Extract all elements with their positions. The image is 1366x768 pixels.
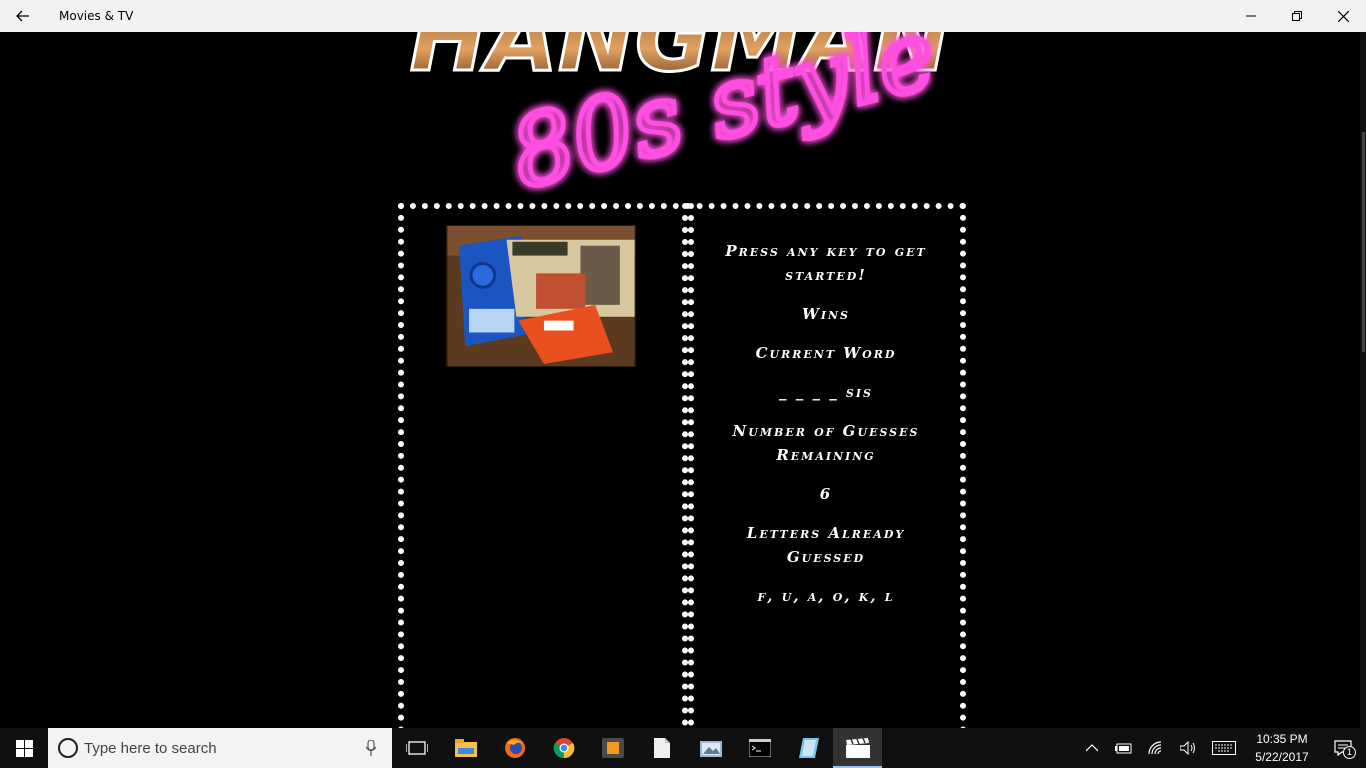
board-divider — [682, 203, 694, 738]
notepad-icon — [798, 738, 819, 758]
chevron-up-icon — [1086, 744, 1098, 752]
clapperboard-icon — [845, 738, 870, 758]
letters-guessed-label: Letters Already Guessed — [746, 524, 906, 566]
minimize-icon — [1246, 15, 1256, 17]
taskbar-chrome[interactable] — [539, 728, 588, 768]
touch-keyboard-button[interactable] — [1204, 728, 1244, 768]
notification-count-badge: 1 — [1343, 746, 1356, 759]
taskbar-file-explorer[interactable] — [441, 728, 490, 768]
guesses-remaining-label: Number of Guesses Remaining — [732, 422, 920, 464]
action-center-button[interactable]: 1 — [1320, 728, 1366, 768]
restore-button[interactable] — [1274, 0, 1320, 32]
window-title: Movies & TV — [59, 9, 134, 23]
network-button[interactable] — [1140, 728, 1172, 768]
task-view-button[interactable] — [392, 728, 441, 768]
taskbar-sublime-text[interactable] — [588, 728, 637, 768]
guesses-remaining-value: 6 — [819, 485, 833, 503]
current-word-label: Current Word — [755, 344, 897, 362]
taskbar-document[interactable] — [637, 728, 686, 768]
taskbar-firefox[interactable] — [490, 728, 539, 768]
scrollbar[interactable] — [1360, 32, 1366, 728]
clock-time: 10:35 PM — [1256, 732, 1308, 746]
current-word: _ _ _ _ sis — [779, 383, 873, 401]
speaker-icon — [1180, 741, 1195, 755]
battery-icon — [1115, 743, 1132, 754]
title-bar: Movies & TV — [0, 0, 1366, 32]
search-box[interactable]: Type here to search — [48, 728, 392, 768]
system-tray: 10:35 PM 5/22/2017 1 — [1076, 728, 1366, 768]
close-icon — [1337, 10, 1349, 22]
keyboard-icon — [1212, 741, 1236, 755]
firefox-icon — [504, 738, 525, 758]
command-prompt-icon — [748, 739, 771, 757]
document-icon — [653, 738, 670, 758]
battery-button[interactable] — [1108, 728, 1140, 768]
taskbar-command-prompt[interactable] — [735, 728, 784, 768]
clock[interactable]: 10:35 PM 5/22/2017 — [1244, 730, 1320, 766]
task-view-icon — [405, 741, 428, 755]
windows-logo-icon — [15, 739, 33, 757]
scroll-thumb[interactable] — [1362, 132, 1365, 352]
wins-label: Wins — [802, 305, 850, 323]
folder-icon — [454, 739, 477, 757]
hangman-box-photo — [446, 225, 636, 367]
close-button[interactable] — [1320, 0, 1366, 32]
taskbar-notepad[interactable] — [784, 728, 833, 768]
search-placeholder: Type here to search — [84, 739, 217, 757]
letters-guessed-value: f, u, a, o, k, l — [757, 587, 895, 605]
start-prompt: Press any key to get started! — [725, 242, 927, 284]
hangman-logo: HANGMAN 80s style — [408, 32, 951, 202]
volume-button[interactable] — [1172, 728, 1204, 768]
sublime-text-icon — [601, 738, 624, 758]
clock-date: 5/22/2017 — [1255, 750, 1309, 764]
microphone-icon[interactable] — [366, 740, 376, 756]
show-hidden-icons-button[interactable] — [1076, 728, 1108, 768]
taskbar-movies-tv[interactable] — [833, 728, 882, 768]
taskbar: Type here to search 10:35 PM 5/22/2017 1 — [0, 728, 1366, 768]
back-arrow-icon — [16, 10, 29, 22]
wifi-icon — [1148, 741, 1162, 755]
start-button[interactable] — [0, 728, 48, 768]
game-info-panel: Press any key to get started! Wins Curre… — [706, 239, 946, 623]
image-viewer-icon — [699, 741, 722, 757]
minimize-button[interactable] — [1228, 0, 1274, 32]
taskbar-image-viewer[interactable] — [686, 728, 735, 768]
window-controls — [1228, 0, 1366, 32]
back-button[interactable] — [0, 0, 46, 32]
cortana-icon — [58, 738, 78, 758]
chrome-icon — [553, 738, 574, 759]
game-board: Press any key to get started! Wins Curre… — [398, 203, 966, 738]
restore-icon — [1292, 11, 1302, 21]
